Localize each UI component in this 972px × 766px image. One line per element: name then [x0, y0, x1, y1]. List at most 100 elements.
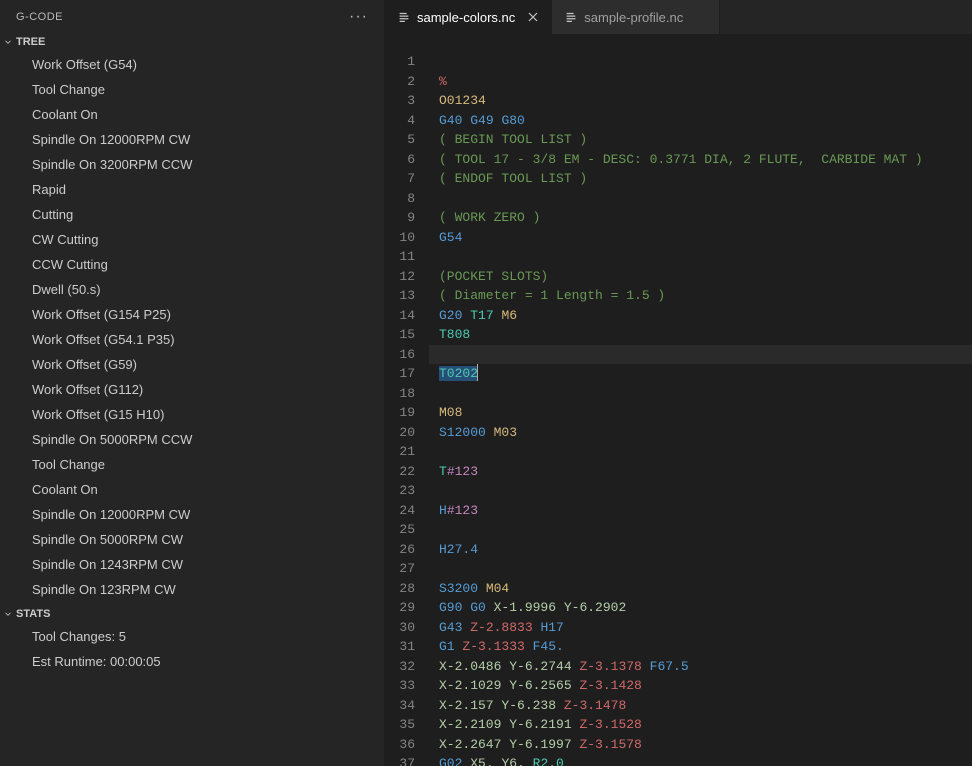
line-number: 24 — [385, 501, 415, 521]
line-number: 18 — [385, 384, 415, 404]
code-line[interactable] — [429, 384, 972, 404]
tree-item[interactable]: Spindle On 123RPM CW — [0, 577, 384, 602]
tree-item[interactable]: Dwell (50.s) — [0, 277, 384, 302]
line-number: 17 — [385, 364, 415, 384]
line-number: 7 — [385, 169, 415, 189]
editor-area: sample-colors.ncsample-profile.nc 123456… — [385, 0, 972, 766]
line-number: 11 — [385, 247, 415, 267]
code-line[interactable]: G54 — [429, 228, 972, 248]
code-line[interactable] — [429, 189, 972, 209]
code-line[interactable]: ( Diameter = 1 Length = 1.5 ) — [429, 286, 972, 306]
tree-item[interactable]: Work Offset (G112) — [0, 377, 384, 402]
code-line[interactable]: ( ENDOF TOOL LIST ) — [429, 169, 972, 189]
stats-section-label: STATS — [16, 608, 50, 620]
code-line[interactable]: % — [429, 72, 972, 92]
code-line[interactable]: X-2.0486 Y-6.2744 Z-3.1378 F67.5 — [429, 657, 972, 677]
tab[interactable]: sample-colors.nc — [385, 0, 552, 34]
code-line[interactable]: ( TOOL 17 - 3/8 EM - DESC: 0.3771 DIA, 2… — [429, 150, 972, 170]
tree-item[interactable]: Cutting — [0, 202, 384, 227]
tree-item[interactable]: CW Cutting — [0, 227, 384, 252]
line-number: 22 — [385, 462, 415, 482]
code-line[interactable] — [429, 520, 972, 540]
line-number: 6 — [385, 150, 415, 170]
tree-item[interactable]: Work Offset (G54.1 P35) — [0, 327, 384, 352]
code-line[interactable]: T0202 — [429, 364, 972, 384]
line-number: 31 — [385, 637, 415, 657]
code-line[interactable] — [429, 442, 972, 462]
code-line[interactable]: G90 G0 X-1.9996 Y-6.2902 — [429, 598, 972, 618]
code-lines[interactable]: %O01234G40 G49 G80( BEGIN TOOL LIST )( T… — [429, 52, 972, 766]
code-line[interactable]: O01234 — [429, 91, 972, 111]
tree-item[interactable]: Coolant On — [0, 477, 384, 502]
code-line[interactable] — [429, 559, 972, 579]
stats-item: Est Runtime: 00:00:05 — [0, 649, 384, 674]
code-line[interactable]: ( BEGIN TOOL LIST ) — [429, 130, 972, 150]
line-number: 12 — [385, 267, 415, 287]
line-number: 3 — [385, 91, 415, 111]
code-line[interactable]: T808 — [429, 325, 972, 345]
tab-label: sample-colors.nc — [417, 10, 515, 25]
line-number: 34 — [385, 696, 415, 716]
line-number: 25 — [385, 520, 415, 540]
code-line[interactable] — [429, 247, 972, 267]
line-number: 37 — [385, 754, 415, 766]
code-line[interactable]: G40 G49 G80 — [429, 111, 972, 131]
code-line[interactable]: G02 X5. Y6. R2.0 — [429, 754, 972, 766]
code-line[interactable]: X-2.2647 Y-6.1997 Z-3.1578 — [429, 735, 972, 755]
line-number: 9 — [385, 208, 415, 228]
sidebar-header: G-CODE ··· — [0, 0, 384, 34]
more-actions-icon[interactable]: ··· — [345, 6, 372, 28]
code-line[interactable]: G1 Z-3.1333 F45. — [429, 637, 972, 657]
tree-item[interactable]: Spindle On 3200RPM CCW — [0, 152, 384, 177]
code-line[interactable]: X-2.157 Y-6.238 Z-3.1478 — [429, 696, 972, 716]
file-icon — [564, 10, 578, 24]
tree-item[interactable]: Tool Change — [0, 452, 384, 477]
line-number: 15 — [385, 325, 415, 345]
tree-item[interactable]: Work Offset (G15 H10) — [0, 402, 384, 427]
code-line[interactable]: S3200 M04 — [429, 579, 972, 599]
tree-item[interactable]: Coolant On — [0, 102, 384, 127]
code-line[interactable]: M08 — [429, 403, 972, 423]
line-number: 20 — [385, 423, 415, 443]
tree-item[interactable]: Spindle On 5000RPM CCW — [0, 427, 384, 452]
chevron-down-icon — [2, 36, 14, 48]
code-line[interactable]: G43 Z-2.8833 H17 — [429, 618, 972, 638]
code-line[interactable]: (POCKET SLOTS) — [429, 267, 972, 287]
code-line[interactable]: ( WORK ZERO ) — [429, 208, 972, 228]
code-line[interactable] — [429, 481, 972, 501]
code-line[interactable]: S12000 M03 — [429, 423, 972, 443]
chevron-down-icon — [2, 608, 14, 620]
line-number: 2 — [385, 72, 415, 92]
tree-item[interactable]: Work Offset (G154 P25) — [0, 302, 384, 327]
line-number: 14 — [385, 306, 415, 326]
tree-item[interactable]: Work Offset (G54) — [0, 52, 384, 77]
tree-item[interactable]: Spindle On 12000RPM CW — [0, 127, 384, 152]
tree-item[interactable]: Tool Change — [0, 77, 384, 102]
code-line[interactable]: X-2.1029 Y-6.2565 Z-3.1428 — [429, 676, 972, 696]
line-number: 28 — [385, 579, 415, 599]
tab[interactable]: sample-profile.nc — [552, 0, 720, 34]
file-icon — [397, 10, 411, 24]
line-number: 4 — [385, 111, 415, 131]
tree-section-header[interactable]: TREE — [0, 34, 384, 50]
code-area[interactable]: 1234567891011121314151617181920212223242… — [385, 34, 972, 766]
tree-item[interactable]: Rapid — [0, 177, 384, 202]
code-line[interactable]: T#123 — [429, 462, 972, 482]
code-line[interactable]: G20 T17 M6 — [429, 306, 972, 326]
tree-item[interactable]: Spindle On 5000RPM CW — [0, 527, 384, 552]
stats-section-header[interactable]: STATS — [0, 606, 384, 622]
sidebar-title: G-CODE — [16, 11, 63, 23]
line-number: 30 — [385, 618, 415, 638]
sidebar: G-CODE ··· TREE Work Offset (G54)Tool Ch… — [0, 0, 385, 766]
tree-item[interactable]: Spindle On 1243RPM CW — [0, 552, 384, 577]
code-line[interactable]: H27.4 — [429, 540, 972, 560]
code-line[interactable]: H#123 — [429, 501, 972, 521]
close-icon[interactable] — [525, 9, 541, 25]
code-line[interactable]: X-2.2109 Y-6.2191 Z-3.1528 — [429, 715, 972, 735]
line-number: 36 — [385, 735, 415, 755]
tree-item[interactable]: Work Offset (G59) — [0, 352, 384, 377]
line-number: 13 — [385, 286, 415, 306]
tree-item[interactable]: CCW Cutting — [0, 252, 384, 277]
code-line[interactable] — [429, 345, 972, 365]
tree-item[interactable]: Spindle On 12000RPM CW — [0, 502, 384, 527]
